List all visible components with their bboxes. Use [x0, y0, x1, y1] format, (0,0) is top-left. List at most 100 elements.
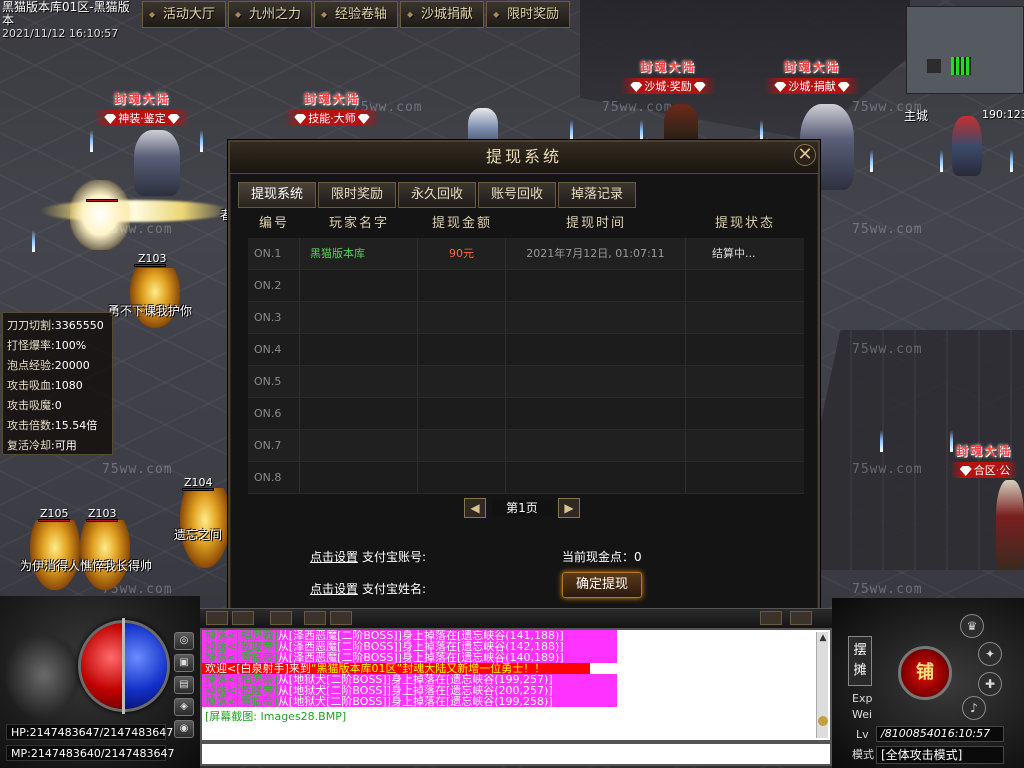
player-character[interactable] [70, 180, 130, 250]
level-label: Lv [856, 728, 869, 741]
exp-label: Exp [852, 692, 873, 705]
cell-name [300, 462, 418, 493]
stat-row: 复活冷却:可用 [7, 439, 77, 452]
cell-amount [418, 270, 506, 301]
npc-banner[interactable]: 封魂大陆 合区·公 [944, 442, 1024, 478]
character-icon[interactable]: ♛ [960, 614, 984, 638]
server-datetime: 2021/11/12 16:10:57 [2, 27, 119, 40]
banner-title: 封魂大陆 [955, 444, 1012, 458]
private-chat-icon[interactable]: ◈ [174, 698, 194, 716]
guild-chat-icon[interactable]: ▤ [174, 676, 194, 694]
chat-toolbar-button[interactable] [206, 611, 228, 625]
table-row: ON.4 [248, 334, 804, 366]
tab-withdraw-system[interactable]: 提现系统 [238, 182, 316, 208]
skills-icon[interactable]: ✦ [978, 642, 1002, 666]
top-menu: 活动大厅 九州之力 经验卷轴 沙城捐献 限时奖励 [142, 1, 572, 28]
npc-character[interactable] [996, 480, 1024, 570]
minimap-marker [951, 57, 971, 75]
sound-toggle-icon[interactable]: ♪ [962, 696, 986, 720]
npc-banner[interactable]: 封魂大陆 神装·鉴定 [92, 90, 192, 126]
confirm-withdraw-button[interactable]: 确定提现 [562, 572, 642, 598]
cell-name [300, 366, 418, 397]
tab-limited-reward[interactable]: 限时奖励 [318, 182, 396, 208]
player-character[interactable] [80, 520, 130, 590]
hp-bar [86, 519, 118, 522]
scroll-up-icon[interactable]: ▲ [817, 632, 829, 644]
group-chat-icon[interactable]: ▣ [174, 654, 194, 672]
withdraw-dialog: 提现系统 ✕ 提现系统 限时奖励 永久回收 账号回收 掉落记录 编号 玩家名字 … [228, 140, 820, 618]
chat-toolbar-button[interactable] [790, 611, 812, 625]
tab-drop-log[interactable]: 掉落记录 [558, 182, 636, 208]
player-character[interactable] [30, 520, 80, 590]
chat-log[interactable]: 掉落<[相思戰]从[泽西恶魔[二阶BOSS]]身上掉落在[遗忘峡谷(141,18… [200, 628, 832, 742]
npc-banner[interactable]: 封魂大陆 沙城·捐献 [762, 58, 862, 94]
npc-banner[interactable]: 封魂大陆 技能·大师 [282, 90, 382, 126]
tab-castle-donate[interactable]: 沙城捐献 [400, 1, 485, 28]
hp-bar [182, 488, 214, 491]
chat-toolbar-button[interactable] [232, 611, 254, 625]
prev-page-button[interactable]: ◀ [464, 498, 486, 518]
player-character[interactable] [130, 268, 180, 328]
chat-toolbar-button[interactable] [270, 611, 292, 625]
chat-toolbar-button[interactable] [760, 611, 782, 625]
shout-icon[interactable]: ◉ [174, 720, 194, 738]
weight-label: Wei [852, 708, 873, 721]
npc-character[interactable] [952, 116, 982, 176]
minimap-structure [927, 59, 941, 73]
tab-activity-hall[interactable]: 活动大厅 [142, 1, 227, 28]
stat-row: 打怪爆率:100% [7, 339, 87, 352]
cell-amount [418, 430, 506, 461]
cell-time [506, 302, 686, 333]
gem-icon [693, 82, 706, 92]
chat-scrollbar[interactable]: ▲ [816, 632, 828, 738]
tab-account-recycle[interactable]: 账号回收 [478, 182, 556, 208]
dialog-title: 提现系统 [230, 142, 818, 174]
cell-no: ON.1 [248, 238, 300, 269]
player-tag: Z103 [138, 252, 167, 265]
chat-screenshot-notice: [屏幕截图: Images28.BMP] [205, 710, 347, 723]
cell-amount [418, 398, 506, 429]
weapon-glow-effect [40, 200, 230, 222]
table-row: ON.3 [248, 302, 804, 334]
sound-icon[interactable]: ◎ [174, 632, 194, 650]
set-alipay-account-link[interactable]: 点击设置 [310, 550, 358, 564]
stat-value: 3365550 [54, 319, 104, 332]
minimap[interactable] [906, 6, 1024, 94]
gem-icon [294, 114, 307, 124]
attack-mode-selector[interactable]: [全体攻击模式] [876, 746, 1004, 764]
chat-line: 掉落<[雪临帝]从[地狱犬[二阶BOSS]]身上掉落在[遗忘峡谷(199,258… [202, 696, 617, 707]
light-effect [940, 150, 943, 172]
stat-row: 攻击倍数:15.54倍 [7, 419, 98, 432]
cell-amount [418, 302, 506, 333]
alipay-account-row: 点击设置 支付宝账号: [310, 548, 426, 565]
stall-button[interactable]: 摆摊 [848, 636, 872, 686]
table-row: ON.8 [248, 462, 804, 494]
close-icon[interactable]: ✕ [794, 144, 816, 166]
column-header: 玩家名字 [328, 216, 389, 231]
cell-amount [418, 462, 506, 493]
map-coordinates: 190:123 [982, 108, 1024, 121]
tab-jiuzhou-power[interactable]: 九州之力 [228, 1, 313, 28]
cell-time [506, 430, 686, 461]
scroll-thumb[interactable] [818, 716, 828, 726]
cell-status: 结算中... [712, 247, 756, 260]
dialog-tabs: 提现系统 限时奖励 永久回收 账号回收 掉落记录 [238, 182, 638, 208]
chat-toolbar-button[interactable] [304, 611, 326, 625]
set-alipay-name-link[interactable]: 点击设置 [310, 582, 358, 596]
shop-button[interactable]: 铺 [898, 646, 952, 700]
tab-exp-scroll[interactable]: 经验卷轴 [314, 1, 399, 28]
gem-icon [959, 466, 972, 476]
tab-permanent-recycle[interactable]: 永久回收 [398, 182, 476, 208]
npc-banner[interactable]: 封魂大陆 沙城·奖励 [618, 58, 718, 94]
npc-character[interactable] [134, 130, 180, 196]
cell-time [506, 270, 686, 301]
tab-limited-reward[interactable]: 限时奖励 [486, 1, 571, 28]
stat-key: 攻击吸魔 [7, 399, 51, 412]
next-page-button[interactable]: ▶ [558, 498, 580, 518]
bag-icon[interactable]: ✚ [978, 672, 1002, 696]
chat-toolbar-button[interactable] [330, 611, 352, 625]
table-body: ON.1 黑猫版本库 90元 2021年7月12日, 01:07:11 结算中.… [248, 238, 804, 494]
column-header: 提现金额 [431, 216, 492, 231]
page-indicator: 第1页 [492, 500, 552, 516]
chat-input[interactable] [200, 742, 832, 766]
